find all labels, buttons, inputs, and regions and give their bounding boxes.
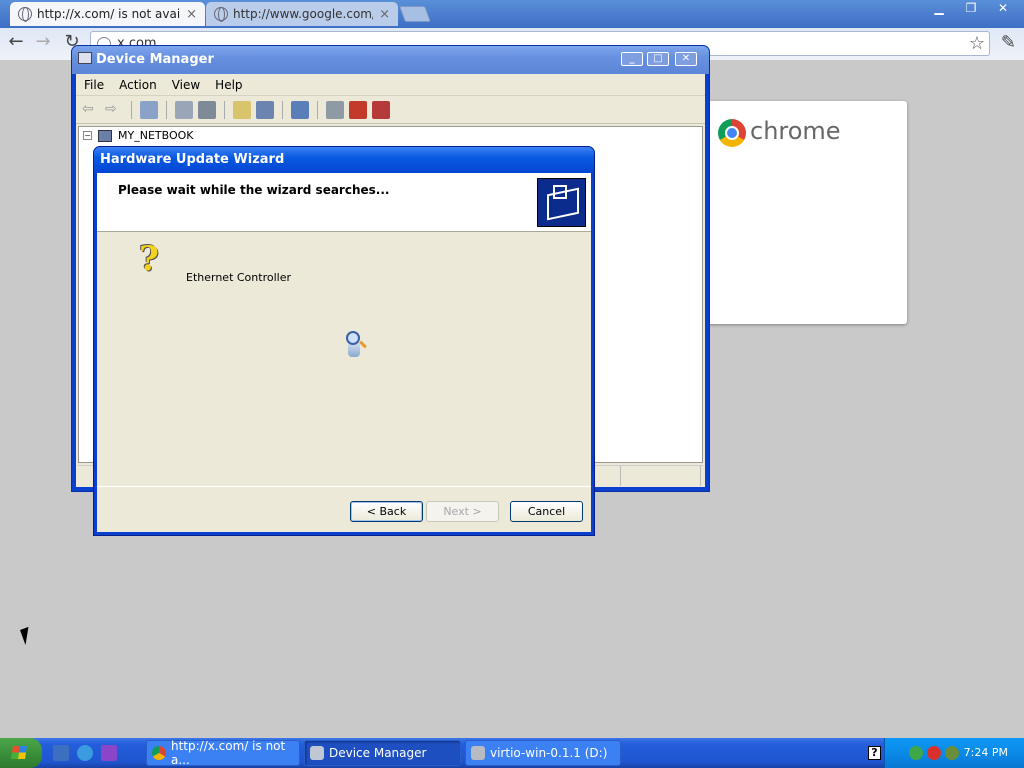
forward-icon[interactable]: ⇨: [105, 101, 123, 119]
taskbar-item-device-manager[interactable]: Device Manager: [304, 740, 461, 766]
computer-icon: [98, 129, 112, 142]
taskbar-item-drive[interactable]: virtio-win-0.1.1 (D:): [465, 740, 621, 766]
tab-title: http://www.google.com/ is not: [233, 7, 374, 21]
wizard-header: Please wait while the wizard searches...: [97, 173, 591, 232]
taskbar-item-chrome[interactable]: http://x.com/ is not a...: [146, 739, 300, 767]
device-manager-icon: [78, 52, 92, 64]
menu-view[interactable]: View: [172, 78, 200, 92]
back-icon[interactable]: ⇦: [82, 101, 100, 119]
hardware-tray-icon[interactable]: [945, 746, 959, 760]
maximize-button[interactable]: □: [647, 52, 669, 66]
task-label: virtio-win-0.1.1 (D:): [490, 746, 608, 760]
new-tab-button[interactable]: [399, 6, 431, 22]
mouse-cursor: [20, 626, 34, 646]
unknown-device-icon: ?: [139, 239, 159, 279]
restore-icon[interactable]: ❐: [956, 1, 986, 17]
uninstall-icon[interactable]: [349, 100, 367, 119]
security-alert-icon[interactable]: [927, 746, 941, 760]
network-icon[interactable]: [909, 746, 923, 760]
globe-icon: [18, 7, 32, 22]
system-tray: 7:24 PM: [884, 738, 1024, 768]
hardware-icon: [537, 178, 586, 227]
bookmark-star-icon[interactable]: ☆: [969, 33, 985, 54]
tree-root-node[interactable]: − MY_NETBOOK: [83, 129, 194, 142]
start-button[interactable]: [0, 738, 42, 768]
help-tray-icon[interactable]: ?: [868, 746, 881, 760]
task-label: Device Manager: [329, 746, 427, 760]
back-button[interactable]: < Back: [350, 501, 423, 522]
menu-action[interactable]: Action: [119, 78, 157, 92]
hardware-update-wizard: Hardware Update Wizard Please wait while…: [93, 146, 595, 536]
chrome-start-card: chrome: [700, 101, 907, 324]
window-title: Device Manager: [96, 52, 214, 67]
drive-icon: [471, 746, 485, 760]
close-tab-icon[interactable]: ×: [186, 7, 197, 22]
close-tab-icon[interactable]: ×: [379, 7, 390, 22]
minimize-icon[interactable]: ▁: [924, 1, 954, 17]
close-icon[interactable]: ✕: [988, 1, 1018, 17]
wrench-menu-icon[interactable]: ✎: [1001, 32, 1016, 53]
wizard-body: Please wait while the wizard searches...…: [97, 173, 591, 532]
print-icon[interactable]: [198, 100, 216, 119]
collapse-icon[interactable]: −: [83, 131, 92, 140]
forward-arrow-icon[interactable]: →: [32, 32, 54, 54]
media-player-icon[interactable]: [101, 745, 117, 761]
tree-root-label: MY_NETBOOK: [118, 129, 194, 142]
help-icon[interactable]: [233, 100, 251, 119]
properties-icon[interactable]: [175, 100, 193, 119]
clock: 7:24 PM: [963, 746, 1008, 759]
task-label: http://x.com/ is not a...: [171, 739, 286, 767]
wizard-heading: Please wait while the wizard searches...: [118, 183, 390, 197]
tab-google[interactable]: http://www.google.com/ is not ×: [206, 2, 398, 26]
disable-icon[interactable]: [372, 100, 390, 119]
close-button[interactable]: ✕: [675, 52, 697, 66]
tab-x-com[interactable]: http://x.com/ is not available ×: [10, 2, 205, 26]
next-button[interactable]: Next >: [426, 501, 499, 522]
globe-icon: [214, 7, 228, 22]
back-arrow-icon[interactable]: ←: [5, 32, 27, 54]
device-manager-icon: [310, 746, 324, 760]
chrome-icon: [152, 746, 166, 760]
divider: [97, 486, 591, 487]
minimize-button[interactable]: _: [621, 52, 643, 66]
scan-hardware-icon[interactable]: [291, 100, 309, 119]
show-hide-tree-icon[interactable]: [140, 100, 158, 119]
menu-bar: File Action View Help: [76, 74, 705, 96]
tab-title: http://x.com/ is not available: [37, 7, 181, 21]
search-magnifier-icon: [345, 331, 367, 359]
update-driver-icon[interactable]: [326, 100, 344, 119]
chrome-logo-icon: [718, 119, 746, 147]
cancel-button[interactable]: Cancel: [510, 501, 583, 522]
device-name: Ethernet Controller: [186, 271, 291, 284]
show-desktop-icon[interactable]: [53, 745, 69, 761]
view-icon[interactable]: [256, 100, 274, 119]
menu-help[interactable]: Help: [215, 78, 242, 92]
wizard-titlebar[interactable]: Hardware Update Wizard: [94, 147, 594, 173]
chrome-wordmark: chrome: [750, 117, 841, 145]
toolbar: ⇦ ⇨: [76, 96, 705, 124]
internet-explorer-icon[interactable]: [77, 745, 93, 761]
device-manager-titlebar[interactable]: Device Manager _ □ ✕: [72, 46, 709, 74]
menu-file[interactable]: File: [84, 78, 104, 92]
